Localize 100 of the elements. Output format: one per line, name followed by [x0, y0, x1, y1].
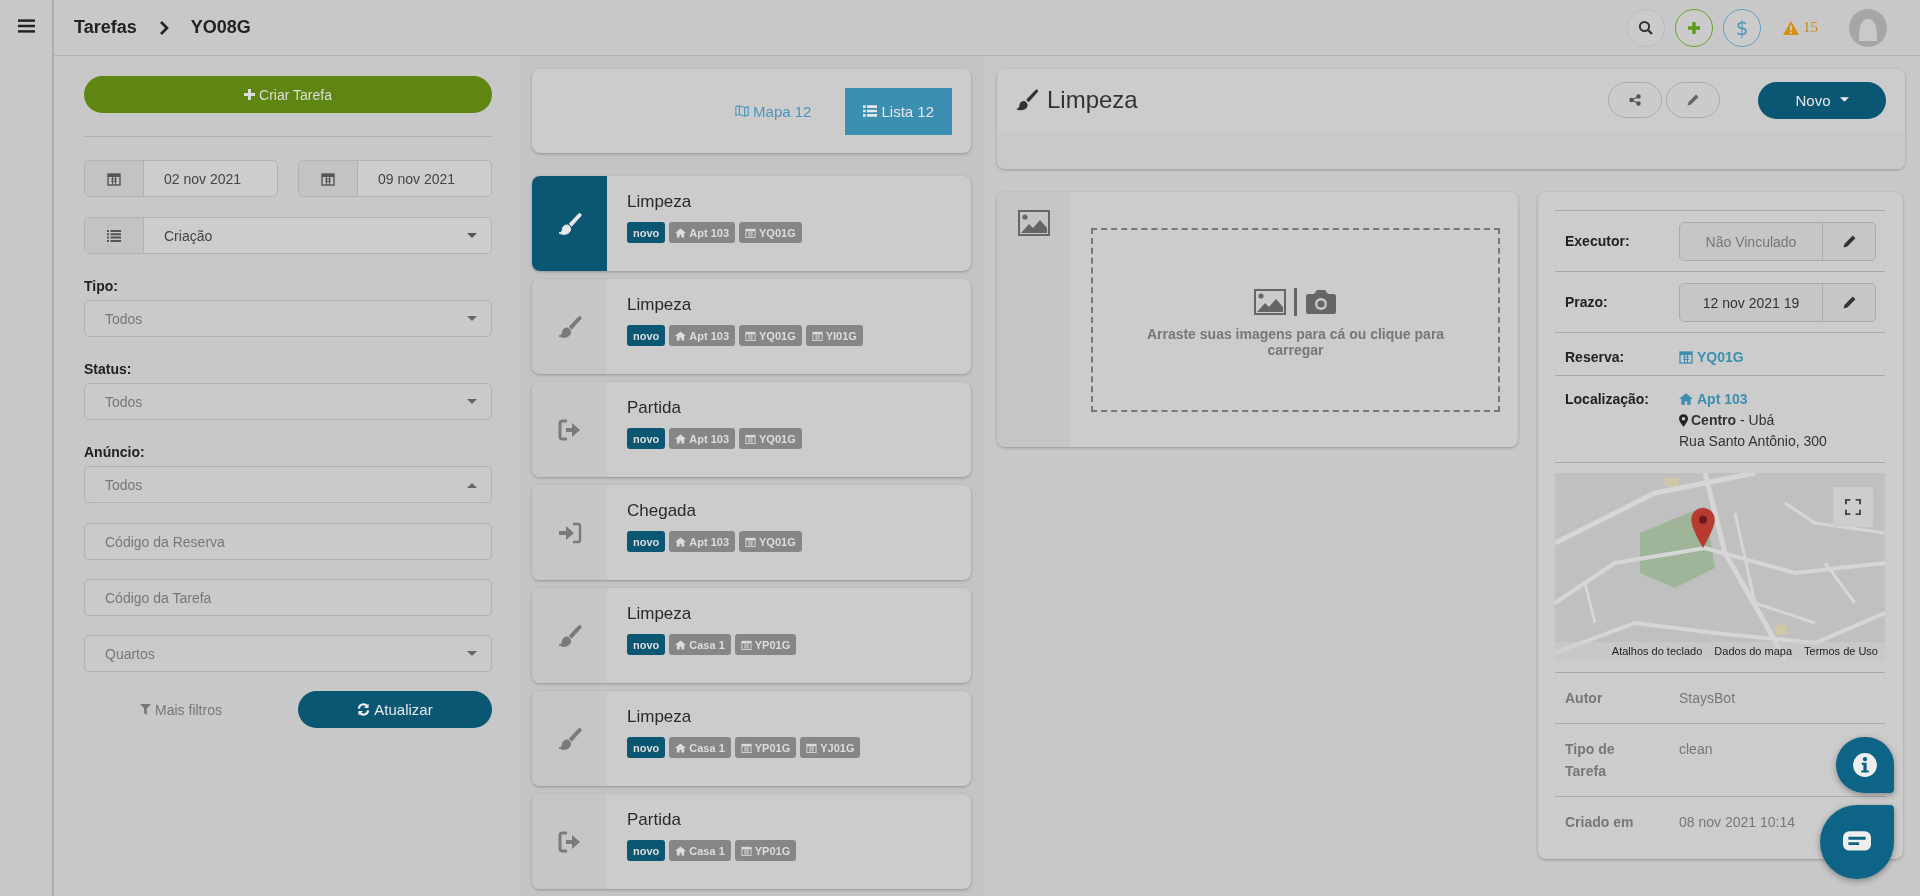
- map-icon: [735, 104, 750, 118]
- fullscreen-icon: [1845, 499, 1861, 515]
- filter-label: Tipo:: [84, 278, 119, 294]
- map-attribution-link[interactable]: Atalhos do teclado: [1611, 645, 1703, 657]
- date-field[interactable]: 02 nov 2021: [84, 160, 278, 197]
- task-card[interactable]: Limpeza novo Apt 103 YQ01G YI01G: [532, 279, 971, 374]
- pencil-icon: [1842, 235, 1856, 248]
- calendar-icon: [745, 433, 757, 444]
- share-icon: [1629, 94, 1641, 106]
- status-tag: novo: [627, 428, 666, 449]
- task-card[interactable]: Chegada novo Apt 103 YQ01G: [532, 485, 971, 580]
- calendar-icon: [745, 330, 757, 341]
- booking-code-field[interactable]: Código da Reserva: [84, 523, 492, 560]
- plus-icon: [244, 89, 256, 100]
- booking-code: YJ01G: [820, 741, 855, 754]
- booking-code: YQ01G: [759, 226, 796, 239]
- meta-label: Tipo de Tarefa: [1565, 740, 1616, 781]
- task-title: Partida: [627, 398, 682, 418]
- home-icon: [675, 227, 687, 238]
- filter-label: Status:: [84, 361, 133, 377]
- meta-value: 08 nov 2021 10:14: [1679, 813, 1795, 832]
- new-button[interactable]: Novo: [1758, 81, 1886, 119]
- chat-icon: [1843, 831, 1871, 853]
- fullscreen-button[interactable]: [1833, 487, 1873, 527]
- caret-icon: [1839, 97, 1849, 103]
- filter-icon: [140, 704, 152, 715]
- pin-icon: [1679, 413, 1688, 427]
- booking-code: YQ01G: [759, 329, 796, 342]
- task-card[interactable]: Limpeza novo Apt 103 YQ01G: [532, 176, 971, 271]
- info-icon: [1852, 752, 1878, 778]
- brush-icon: [557, 314, 582, 339]
- booking-code: YQ01G: [759, 432, 796, 445]
- booking-code: YQ01G: [759, 535, 796, 548]
- status-tag: novo: [627, 840, 666, 861]
- task-title: Limpeza: [627, 604, 693, 624]
- calendar-icon: [107, 171, 121, 186]
- home-icon: [675, 845, 687, 856]
- meta-label: Autor: [1565, 689, 1604, 708]
- calendar-icon: [1679, 350, 1693, 364]
- calendar-icon: [740, 845, 752, 856]
- search-icon: [1638, 19, 1654, 36]
- plus-icon: [1686, 19, 1702, 36]
- task-title: Limpeza: [627, 707, 693, 727]
- task-title: Limpeza: [627, 192, 693, 212]
- booking-code: YP01G: [754, 638, 791, 651]
- calendar-icon: [745, 227, 757, 238]
- search-button[interactable]: [1627, 8, 1665, 47]
- upload-hint: Arraste suas imagens para cá ou clique para carregar: [1145, 326, 1446, 358]
- brush-icon: [557, 211, 582, 236]
- edit-button[interactable]: [1666, 82, 1720, 118]
- status-tag: novo: [627, 325, 666, 346]
- task-card[interactable]: Limpeza novo Casa 1 YP01G YJ01G: [532, 691, 971, 786]
- meta-value: clean: [1679, 740, 1713, 759]
- home-icon: [675, 536, 687, 547]
- meta-label: Criado em: [1565, 813, 1635, 832]
- pencil-icon: [1687, 94, 1699, 106]
- filter-label: Anúncio:: [84, 444, 146, 460]
- task-code-field[interactable]: Código da Tarefa: [84, 579, 492, 616]
- field-label: Localização:: [1565, 390, 1651, 407]
- enter-icon: [557, 520, 582, 545]
- sort-select[interactable]: Criação: [84, 217, 492, 254]
- status-tag: novo: [627, 531, 666, 552]
- calendar-icon: [740, 742, 752, 753]
- caret-icon: [467, 232, 477, 239]
- refresh-icon: [357, 703, 371, 716]
- brush-icon: [557, 623, 582, 648]
- task-title: Partida: [627, 810, 682, 830]
- date-field[interactable]: 09 nov 2021: [298, 160, 492, 197]
- room-name: Apt 103: [689, 535, 730, 548]
- room-name: Apt 103: [689, 329, 730, 342]
- calendar-icon: [321, 171, 335, 186]
- brush-icon: [557, 726, 582, 751]
- chat-button[interactable]: [1820, 805, 1894, 879]
- status-tag: novo: [627, 737, 666, 758]
- room-name: Apt 103: [689, 432, 730, 445]
- list-icon: [107, 228, 121, 243]
- booking-code: YP01G: [754, 844, 791, 857]
- room-name: Casa 1: [689, 638, 725, 651]
- booking-code: YP01G: [754, 741, 791, 754]
- refresh-button[interactable]: Atualizar: [298, 691, 492, 728]
- task-card[interactable]: Partida novo Casa 1 YP01G: [532, 794, 971, 889]
- status-tag: novo: [627, 634, 666, 655]
- breadcrumb-link[interactable]: Tarefas: [74, 17, 137, 38]
- status-tag: novo: [627, 222, 666, 243]
- exit-icon: [557, 829, 582, 854]
- home-icon: [675, 433, 687, 444]
- task-title: Chegada: [627, 501, 697, 521]
- home-icon: [675, 639, 687, 650]
- home-icon: [675, 742, 687, 753]
- field-label: Prazo:: [1565, 293, 1609, 310]
- task-card[interactable]: Limpeza novo Casa 1 YP01G: [532, 588, 971, 683]
- map-attribution-link[interactable]: Dados do mapa: [1714, 645, 1792, 657]
- menu-icon[interactable]: [17, 19, 35, 33]
- exit-icon: [557, 417, 582, 442]
- meta-value: StaysBot: [1679, 689, 1736, 708]
- share-button[interactable]: [1608, 82, 1662, 118]
- room-name: Apt 103: [689, 226, 730, 239]
- map-attribution-link[interactable]: Termos de Uso: [1804, 645, 1878, 657]
- calendar-icon: [740, 639, 752, 650]
- task-card[interactable]: Partida novo Apt 103 YQ01G: [532, 382, 971, 477]
